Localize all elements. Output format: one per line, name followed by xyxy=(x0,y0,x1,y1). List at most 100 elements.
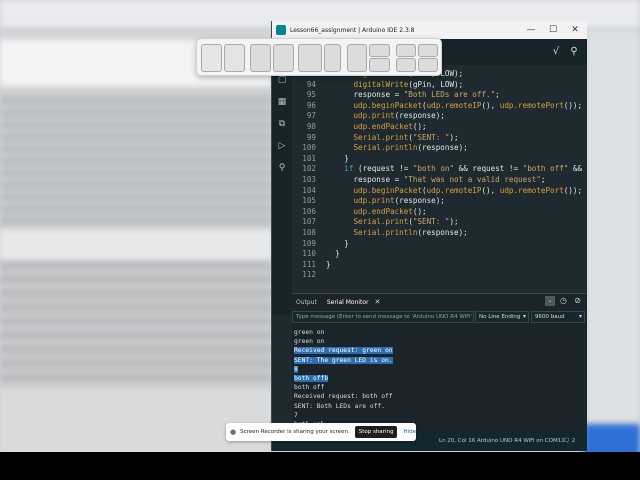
code-text: udp.print(response); xyxy=(326,196,444,207)
search-icon[interactable]: ⚲ xyxy=(275,161,289,175)
maximize-button[interactable]: ☐ xyxy=(543,23,563,37)
serial-output-text: 8 xyxy=(294,365,298,373)
code-token: Serial.print xyxy=(353,132,409,142)
serial-plotter-icon[interactable]: √ xyxy=(549,45,563,59)
line-number: 110 xyxy=(302,249,316,259)
snap-zone-grid-br[interactable] xyxy=(418,58,438,72)
snap-zone-left-half[interactable] xyxy=(201,44,222,72)
serial-output-text: green on xyxy=(294,329,325,336)
board-port-status[interactable]: Arduino UNO R4 WiFi on COM11 xyxy=(477,438,565,444)
window-titlebar[interactable]: Lesson66_assignment | Arduino IDE 2.3.8 … xyxy=(272,21,587,39)
line-number: 111 xyxy=(302,259,316,269)
library-icon[interactable]: ⧉ xyxy=(275,117,289,131)
debug-icon[interactable]: ▷ xyxy=(275,139,289,153)
snap-zone-one-third[interactable] xyxy=(273,44,294,72)
screen-bezel-bottom xyxy=(0,452,640,480)
tab-output[interactable]: Output xyxy=(296,299,317,306)
line-number: 108 xyxy=(302,228,316,237)
notification-icon: 🗨 xyxy=(563,438,570,444)
blurred-content-lower xyxy=(0,262,272,387)
code-token: Serial.println xyxy=(353,143,418,153)
code-text: } xyxy=(326,249,340,260)
minimize-button[interactable]: — xyxy=(521,23,541,37)
code-token: response = xyxy=(353,90,404,100)
tab-serial-monitor[interactable]: Serial Monitor xyxy=(327,299,369,306)
cursor-position[interactable]: Ln 20, Col 16 xyxy=(439,438,475,444)
snap-zone-quad-top[interactable] xyxy=(369,44,390,57)
board-icon[interactable]: ▦ xyxy=(275,95,289,109)
baud-rate-select[interactable]: 9600 baud ▾ xyxy=(531,311,585,323)
line-ending-select[interactable]: No Line Ending ▾ xyxy=(475,311,529,323)
code-line: 110 } xyxy=(292,249,587,260)
baud-rate-value: 9600 baud xyxy=(535,314,565,320)
hide-button[interactable]: Hide xyxy=(403,429,416,435)
code-line: 109 } xyxy=(292,239,587,250)
stop-sharing-button[interactable]: Stop sharing xyxy=(354,426,398,438)
code-line: 104 udp.beginPacket(udp.remoteIP(), udp.… xyxy=(292,186,587,197)
line-number: 98 xyxy=(306,122,316,131)
close-tab-icon[interactable]: ✕ xyxy=(375,298,381,306)
snap-zone-quad-bottom[interactable] xyxy=(369,58,390,72)
window-title: Lesson66_assignment | Arduino IDE 2.3.8 xyxy=(290,26,415,34)
serial-output-line: SENT: The green LED is on. xyxy=(294,356,584,365)
code-line: 107 Serial.print("SENT: "); xyxy=(292,217,587,228)
serial-output-line: SENT: Both LEDs are off. xyxy=(294,402,584,411)
clear-output-icon[interactable]: ⊘ xyxy=(574,296,581,305)
line-number: 94 xyxy=(306,79,316,89)
code-token: response = xyxy=(353,175,404,184)
code-token: (), xyxy=(481,185,500,195)
serial-output-line: green on xyxy=(294,337,584,346)
snap-zone-quad-main[interactable] xyxy=(347,44,367,72)
timestamp-icon[interactable]: ◷ xyxy=(560,296,567,305)
code-token: } xyxy=(326,259,331,269)
code-token: ; xyxy=(495,90,500,100)
close-button[interactable]: ✕ xyxy=(565,23,585,37)
line-number: 106 xyxy=(302,206,316,216)
snap-zone-right-narrow[interactable] xyxy=(324,44,341,72)
code-line: 108 Serial.println(response); xyxy=(292,228,587,239)
code-editor[interactable]: 93 digitalWrite(rPin, LOW);94 digitalWri… xyxy=(292,65,587,315)
serial-output-text: SENT: The green LED is on. xyxy=(294,356,393,364)
line-number: 97 xyxy=(306,111,316,121)
code-line: 103 response = "That was not a valid req… xyxy=(292,175,587,186)
notifications-indicator[interactable]: 🗨 2 xyxy=(563,438,575,444)
blurred-divider xyxy=(0,230,272,260)
snap-zone-two-thirds[interactable] xyxy=(250,44,271,72)
snap-zone-grid-tl[interactable] xyxy=(396,44,416,57)
line-number: 102 xyxy=(302,164,316,174)
snap-layouts-popup xyxy=(196,38,442,76)
serial-output-text: both offb xyxy=(294,374,329,382)
serial-message-input[interactable]: Type message (Enter to send message to '… xyxy=(292,311,474,323)
code-token: digitalWrite xyxy=(353,79,409,89)
line-number: 95 xyxy=(306,90,316,100)
code-text: digitalWrite(gPin, LOW); xyxy=(326,80,463,91)
code-text: Serial.println(response); xyxy=(326,143,467,154)
collapse-icon[interactable]: ⌄ xyxy=(545,296,555,306)
recorder-message: Screen Recorder is sharing your screen. xyxy=(240,429,350,435)
snap-zone-grid-tr[interactable] xyxy=(418,44,438,57)
code-line: 98 udp.endPacket(); xyxy=(292,122,587,133)
code-line: 99 Serial.print("SENT: "); xyxy=(292,133,587,144)
code-line: 101 } xyxy=(292,154,587,165)
serial-output-line: 8 xyxy=(294,365,584,374)
snap-zone-grid-bl[interactable] xyxy=(396,58,416,72)
snap-zone-left-wide[interactable] xyxy=(298,44,322,72)
code-token: ()); xyxy=(563,100,583,110)
code-token: && re xyxy=(572,164,587,174)
code-line: 94 digitalWrite(gPin, LOW); xyxy=(292,80,587,91)
code-token: udp.endPacket xyxy=(353,122,413,131)
serial-output[interactable]: green on green on Received request: green … xyxy=(294,328,584,438)
chevron-down-icon: ▾ xyxy=(522,313,526,320)
code-token: "both on" xyxy=(412,164,455,174)
snap-zone-right-half[interactable] xyxy=(224,44,245,72)
serial-send-row: Type message (Enter to send message to '… xyxy=(292,310,587,324)
serial-monitor-icon[interactable]: ⚲ xyxy=(567,45,581,59)
